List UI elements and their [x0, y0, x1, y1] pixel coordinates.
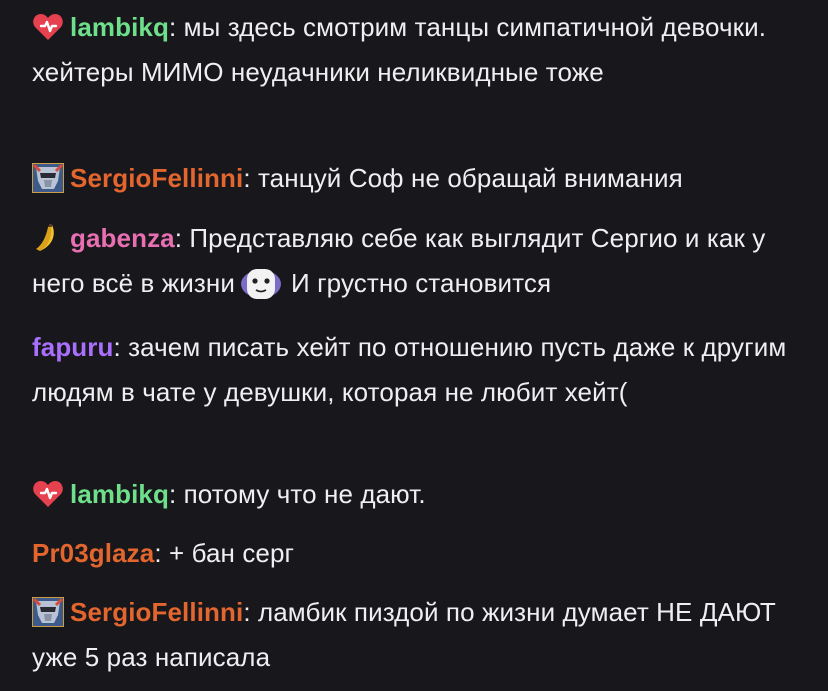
helmet-avatar-badge-icon[interactable]	[32, 597, 64, 627]
chat-message-text: потому что не дают.	[183, 479, 426, 509]
chat-username[interactable]: gabenza	[70, 223, 175, 253]
chat-username[interactable]: SergioFellinni	[70, 597, 243, 627]
helmet-avatar-badge-icon[interactable]	[32, 163, 64, 193]
chat-username[interactable]: fapuru	[32, 332, 113, 362]
chat-separator: :	[154, 538, 169, 568]
banana-badge-icon[interactable]	[32, 223, 64, 253]
chat-message-text: И грустно становится	[290, 268, 552, 298]
chat-separator: :	[243, 597, 258, 627]
chat-message-text: зачем писать хейт по отношению пусть даж…	[32, 332, 787, 407]
chat-username[interactable]: Pr03glaza	[32, 538, 154, 568]
chat-message: lambikq: мы здесь смотрим танцы симпатич…	[32, 5, 802, 95]
chat-message: fapuru: зачем писать хейт по отношению п…	[32, 325, 802, 415]
chat-message: Pr03glaza: + бан серг	[32, 531, 802, 576]
chat-separator: :	[168, 12, 184, 42]
chat-separator: :	[174, 223, 190, 253]
mask-face-emote-icon[interactable]	[239, 266, 283, 302]
chat-username[interactable]: SergioFellinni	[70, 163, 243, 193]
chat-message: SergioFellinni: ламбик пиздой по жизни д…	[32, 590, 802, 680]
chat-username[interactable]: lambikq	[70, 479, 169, 509]
chat-separator: :	[243, 163, 258, 193]
chat-username[interactable]: lambikq	[70, 12, 169, 42]
chat-message-text: танцуй Соф не обращай внимания	[257, 163, 683, 193]
chat-separator: :	[113, 332, 129, 362]
chat-message-text: + бан серг	[168, 538, 295, 568]
chat-separator: :	[168, 479, 184, 509]
chat-message: SergioFellinni: танцуй Соф не обращай вн…	[32, 156, 802, 201]
chat-message: lambikq: потому что не дают.	[32, 472, 802, 517]
heart-badge-icon[interactable]	[32, 479, 64, 509]
chat-message: gabenza: Представляю себе как выглядит С…	[32, 216, 802, 306]
heart-badge-icon[interactable]	[32, 12, 64, 42]
